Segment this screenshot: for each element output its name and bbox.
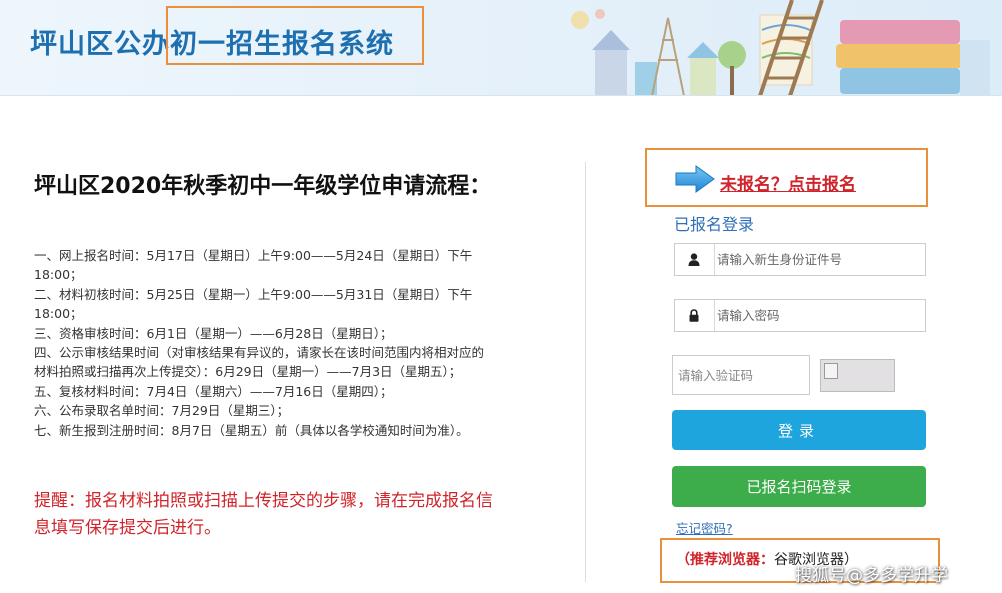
- title-highlight-box: [166, 6, 424, 65]
- arrow-right-icon: [675, 165, 715, 193]
- register-link[interactable]: 未报名？点击报名: [720, 170, 856, 195]
- id-number-input[interactable]: [717, 244, 922, 275]
- process-step: 五、复核材料时间：7月4日（星期六）——7月16日（星期四）；: [34, 383, 393, 399]
- process-step: 四、公示审核结果时间（对审核结果有异议的，请家长在该时间范围内将相对应的材料拍照…: [34, 345, 485, 380]
- login-heading: 已报名登录: [674, 215, 755, 234]
- column-divider: [585, 162, 586, 582]
- forgot-password-link[interactable]: 忘记密码?: [676, 518, 733, 537]
- field-separator: [714, 300, 715, 331]
- user-icon: [675, 244, 713, 275]
- broken-image-icon: [824, 363, 838, 379]
- captcha-input[interactable]: [673, 356, 809, 394]
- process-step: 七、新生报到注册时间：8月7日（星期五）前（具体以各学校通知时间为准）。: [34, 422, 469, 438]
- reminder-text: 提醒：报名材料拍照或扫描上传提交的步骤，请在完成报名信息填写保存提交后进行。: [34, 491, 493, 538]
- lock-icon: [675, 300, 713, 331]
- header-banner: 坪山区公办初一招生报名系统: [0, 0, 1002, 96]
- banner-illustration: [571, 0, 990, 95]
- id-number-field[interactable]: [674, 243, 926, 276]
- process-step: 三、资格审核时间：6月1日（星期一）——6月28日（星期日）；: [34, 325, 393, 341]
- process-step: 一、网上报名时间：5月17日（星期日）上午9:00——5月24日（星期日）下午1…: [34, 248, 473, 283]
- process-step: 六、公布录取名单时间：7月29日（星期三）；: [34, 403, 290, 419]
- password-input[interactable]: [717, 300, 922, 331]
- browser-tip-label: （推荐浏览器：: [676, 552, 774, 568]
- captcha-field[interactable]: [672, 355, 810, 395]
- scan-login-button[interactable]: 已报名扫码登录: [672, 466, 926, 507]
- field-separator: [714, 244, 715, 275]
- process-steps-list: 一、网上报名时间：5月17日（星期日）上午9:00——5月24日（星期日）下午1…: [34, 246, 494, 440]
- captcha-image[interactable]: [820, 359, 895, 392]
- process-step: 二、材料初核时间：5月25日（星期一）上午9:00——5月31日（星期日）下午1…: [34, 286, 473, 322]
- process-title: 坪山区2020年秋季初中一年级学位申请流程：: [34, 174, 492, 199]
- login-button[interactable]: 登录: [672, 410, 926, 450]
- watermark: 搜狐号@多多学升学: [795, 566, 948, 586]
- password-field[interactable]: [674, 299, 926, 332]
